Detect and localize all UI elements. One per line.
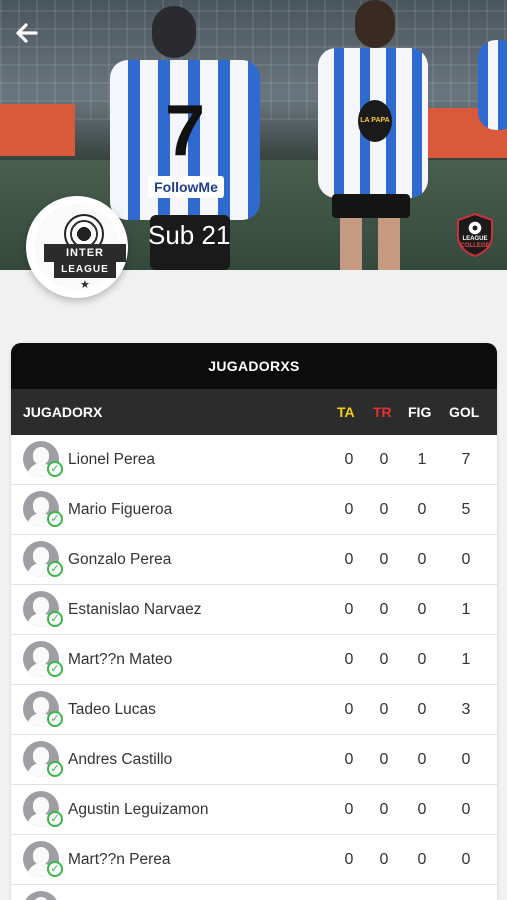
league-logo-line1: INTER [44,244,126,262]
stat-gol: 5 [461,501,471,518]
stat-fig: 0 [417,651,427,668]
badge-line1: LEAGUE [462,236,488,242]
stat-fig: 0 [417,501,427,518]
player-head [152,6,196,58]
player-row[interactable]: ✓ Agustin Leguizamon 0 0 0 0 [11,785,497,835]
stat-gol: 0 [461,551,471,568]
player-row[interactable]: ✓ Mario Figueroa 0 0 0 5 [11,485,497,535]
category-title: Sub 21 [148,220,231,250]
league-college-badge: LEAGUE COLLEGE [455,212,495,258]
col-tr: TR [373,404,392,420]
league-logo: INTER LEAGUE ★ [26,196,128,298]
player-shorts [332,194,410,218]
stat-gol: 0 [461,801,471,818]
stat-tr: 0 [379,751,389,768]
stat-ta: 0 [344,451,354,468]
stat-gol: 1 [461,651,471,668]
player-name: Mart??n Mateo [68,651,173,668]
stat-fig: 0 [417,551,427,568]
check-icon: ✓ [47,661,63,677]
jersey-sponsor: FollowMe [148,176,224,198]
stat-ta: 0 [344,851,354,868]
stat-tr: 0 [379,851,389,868]
stat-gol: 3 [461,701,471,718]
player-name: Gonzalo Perea [68,551,172,568]
player-row[interactable]: ✓ Lionel Perea 0 0 1 7 [11,435,497,485]
stat-fig: 0 [417,601,427,618]
check-icon: ✓ [47,711,63,727]
player-name: Tadeo Lucas [68,701,156,718]
stat-ta: 0 [344,651,354,668]
league-logo-inner: INTER LEAGUE ★ [34,204,126,291]
players-panel: JUGADORXS JUGADORX TA TR FIG GOL ✓ Lione… [11,343,497,900]
stat-gol: 0 [461,751,471,768]
jersey-number: 7 [164,91,206,171]
back-arrow-svg [16,23,38,43]
stat-gol: 0 [461,851,471,868]
player-row[interactable]: ✓ Andres Castillo 0 0 0 0 [11,735,497,785]
stat-tr: 0 [379,451,389,468]
stat-tr: 0 [379,551,389,568]
stat-gol: 1 [461,601,471,618]
stat-tr: 0 [379,601,389,618]
stat-fig: 0 [417,851,427,868]
player-name: Estanislao Narvaez [68,601,202,618]
stat-ta: 0 [344,701,354,718]
league-logo-line2: LEAGUE [54,262,116,278]
player-row[interactable]: ✓ Estanislao Narvaez 0 0 0 1 [11,585,497,635]
check-icon: ✓ [47,811,63,827]
player-row[interactable] [11,885,497,900]
table-header: JUGADORX TA TR FIG GOL [11,389,497,435]
player-row[interactable]: ✓ Mart??n Perea 0 0 0 0 [11,835,497,885]
player-right-edge [478,40,507,130]
check-icon: ✓ [47,561,63,577]
avatar [23,891,59,900]
check-icon: ✓ [47,861,63,877]
team-crest: LA PAPA [358,100,392,142]
col-fig: FIG [408,404,432,420]
player-name: Mario Figueroa [68,501,173,518]
player-name: Andres Castillo [68,751,173,768]
stat-tr: 0 [379,501,389,518]
stat-fig: 0 [417,701,427,718]
ad-banner-left [0,104,75,156]
check-icon: ✓ [47,461,63,477]
stat-ta: 0 [344,601,354,618]
stat-tr: 0 [379,801,389,818]
panel-title: JUGADORXS [11,343,497,389]
check-icon: ✓ [47,611,63,627]
check-icon: ✓ [47,761,63,777]
player-row[interactable]: ✓ Tadeo Lucas 0 0 0 3 [11,685,497,735]
player-row[interactable]: ✓ Mart??n Mateo 0 0 0 1 [11,635,497,685]
stat-ta: 0 [344,501,354,518]
player-name: Agustin Leguizamon [68,801,209,818]
player-head [355,0,395,48]
stat-tr: 0 [379,701,389,718]
player-name: Mart??n Perea [68,851,171,868]
player-name: Lionel Perea [68,451,156,468]
stat-fig: 0 [417,801,427,818]
col-gol: GOL [449,404,480,420]
shield-icon [457,212,493,258]
badge-line2: COLLEGE [460,243,490,249]
star-icon: ★ [80,279,90,291]
stat-tr: 0 [379,651,389,668]
stat-ta: 0 [344,751,354,768]
stat-ta: 0 [344,551,354,568]
col-name: JUGADORX [23,404,103,420]
player-row[interactable]: ✓ Gonzalo Perea 0 0 0 0 [11,535,497,585]
stat-gol: 7 [461,451,471,468]
stat-ta: 0 [344,801,354,818]
back-arrow-icon[interactable] [14,20,50,52]
stat-fig: 1 [417,451,427,468]
col-ta: TA [337,404,355,420]
player-legs [340,218,400,270]
stat-fig: 0 [417,751,427,768]
check-icon: ✓ [47,511,63,527]
